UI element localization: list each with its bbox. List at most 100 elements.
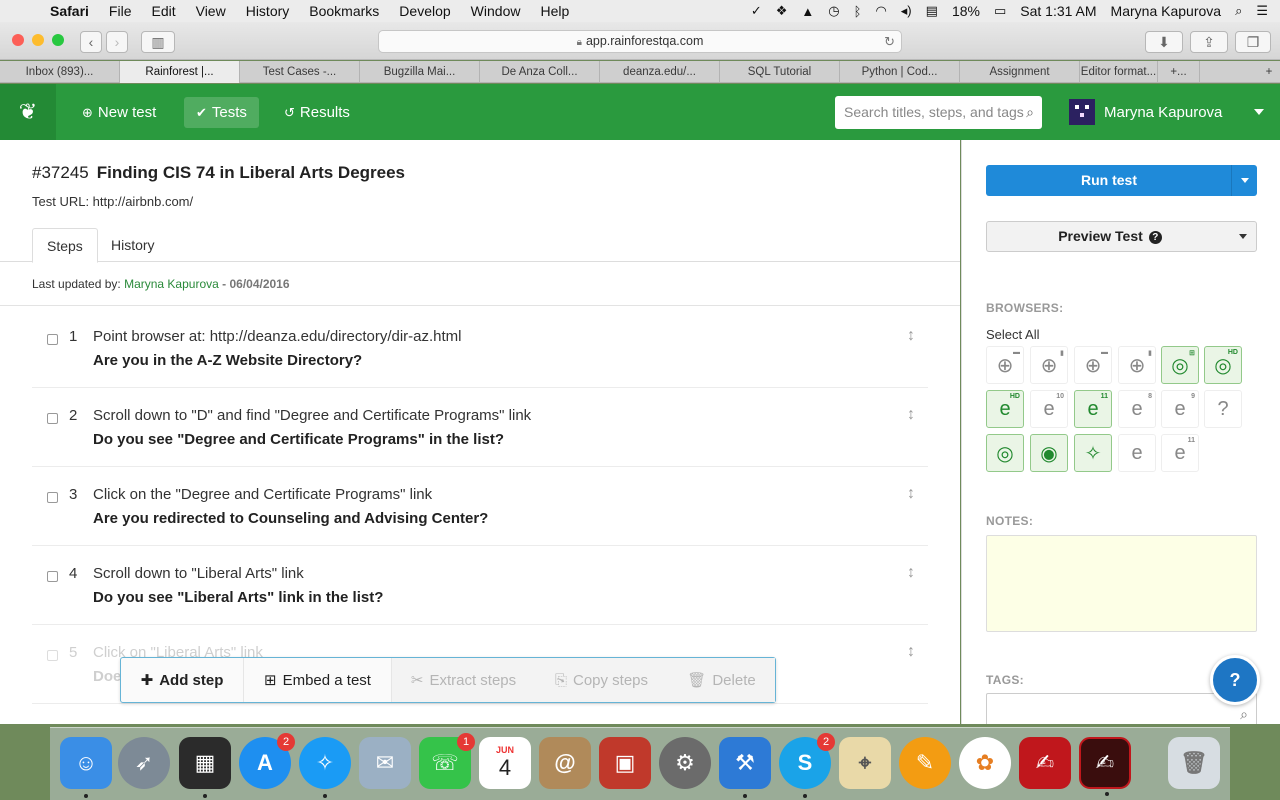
new-tab-icon[interactable]: + [1258,61,1280,83]
step-question[interactable]: Are you redirected to Counseling and Adv… [93,510,488,527]
calendar-icon[interactable]: JUN 4 [479,737,531,789]
android-phone-icon[interactable]: ⊕ ▬ [986,346,1024,384]
notification-center-icon[interactable]: ☰ [1256,3,1268,19]
drag-handle-icon[interactable]: ↕ [907,485,915,503]
firefox-mac-icon[interactable]: ◉ [1030,434,1068,472]
system-preferences-icon[interactable]: ⚙ [659,737,711,789]
xcode-icon[interactable]: ⚒ [719,737,771,798]
browser-tab-active[interactable]: Rainforest |... [120,61,240,83]
photos-icon[interactable]: ✿ [959,737,1011,789]
ie-hd-icon[interactable]: e HD [986,390,1024,428]
new-test-link[interactable]: ⊕ New test [70,97,168,128]
browser-tab[interactable]: deanza.edu/... [600,61,720,83]
android-tablet-icon[interactable]: ⊕ ▬ [1074,346,1112,384]
chrome-mac-icon[interactable]: ◎ [986,434,1024,472]
acrobat-reader-icon[interactable]: ✍ [1079,737,1131,796]
add-step-button[interactable]: ✚ Add step [121,658,244,702]
select-all-link[interactable]: Select All [986,327,1039,342]
step-question[interactable]: Are you in the A-Z Website Directory? [93,352,362,369]
menu-view[interactable]: View [186,3,236,19]
battery-icon[interactable]: ▭ [994,3,1006,19]
chat-support-icon[interactable]: ? [1210,655,1260,705]
back-button[interactable]: ‹ [80,31,102,53]
maps-icon[interactable]: ⌖ [839,737,891,789]
menu-help[interactable]: Help [530,3,579,19]
run-test-button[interactable]: Run test [986,165,1257,196]
preview-app-icon[interactable]: ✉ [359,737,411,789]
chrome-hd-icon[interactable]: ◎ HD [1204,346,1242,384]
copy-steps-button[interactable]: ⎘ Copy steps [535,658,668,702]
step-question[interactable]: Do you see "Degree and Certificate Progr… [93,431,504,448]
step-checkbox[interactable] [47,650,58,661]
drive-icon[interactable]: ▲ [801,4,814,19]
step-question[interactable]: Do you see "Liberal Arts" link in the li… [93,589,383,606]
user-dropdown-caret-icon[interactable] [1254,109,1264,115]
ibooks-icon[interactable]: ✎ [899,737,951,789]
drag-handle-icon[interactable]: ↕ [907,327,915,345]
tests-link[interactable]: ✔ Tests [184,97,259,128]
menu-develop[interactable]: Develop [389,3,460,19]
search-icon[interactable]: ⌕ [1026,96,1034,129]
dashboard-icon[interactable]: ▦ [179,737,231,798]
menu-file[interactable]: File [99,3,142,19]
ie11-windows-icon[interactable]: e 11 [1161,434,1199,472]
step-action[interactable]: Scroll down to "Liberal Arts" link [93,565,304,582]
safari-icon[interactable]: ✧ [1074,434,1112,472]
bluetooth-icon[interactable]: ᛒ [854,4,862,19]
delete-button[interactable]: 🗑︎ Delete [668,658,775,702]
minimize-window-button[interactable] [32,34,44,46]
help-icon[interactable]: ? [1148,231,1162,244]
edge-icon[interactable]: e [1118,434,1156,472]
unknown-browser-icon[interactable]: ? [1204,390,1242,428]
extract-steps-button[interactable]: ✂ Extract steps [392,658,535,702]
step-checkbox[interactable] [47,571,58,582]
facetime-icon[interactable]: ☏ 1 [419,733,475,789]
flag-icon[interactable]: ▤ [926,3,938,19]
results-link[interactable]: ↺ Results [272,97,362,128]
drag-handle-icon[interactable]: ↕ [907,406,915,424]
ie10-icon[interactable]: e 10 [1030,390,1068,428]
contacts-icon[interactable]: @ [539,737,591,789]
clock[interactable]: Sat 1:31 AM [1020,3,1096,19]
browser-tab[interactable]: Editor format... [1080,61,1158,83]
search-input[interactable]: Search titles, steps, and tags ⌕ [835,96,1042,129]
ie9-icon[interactable]: e9 [1161,390,1199,428]
downloads-icon[interactable]: ⬇ [1145,31,1183,53]
step-checkbox[interactable] [47,492,58,503]
notes-textarea[interactable] [986,535,1257,632]
browser-tab[interactable]: De Anza Coll... [480,61,600,83]
photo-booth-icon[interactable]: ▣ [599,737,651,789]
preview-test-button[interactable]: Preview Test? [986,221,1257,252]
ie8-icon[interactable]: e8 [1118,390,1156,428]
preview-test-dropdown-icon[interactable] [1230,222,1256,251]
menu-bookmarks[interactable]: Bookmarks [299,3,389,19]
menubar-user[interactable]: Maryna Kapurova [1111,3,1222,19]
forward-button[interactable]: › [106,31,128,53]
last-updated-user-link[interactable]: Maryna Kapurova [124,277,219,291]
dropbox-icon[interactable]: ❖ [776,3,788,19]
menu-edit[interactable]: Edit [141,3,185,19]
leaf-logo-icon[interactable]: ❦ [0,84,56,140]
tab-history[interactable]: History [97,228,169,262]
step-action[interactable]: Click on the "Degree and Certificate Pro… [93,486,432,503]
skype-icon[interactable]: S2 [779,733,835,798]
tab-steps[interactable]: Steps [32,228,98,263]
step-checkbox[interactable] [47,334,58,345]
acrobat-icon[interactable]: ✍ [1019,737,1071,789]
user-menu[interactable]: Maryna Kapurova [1069,98,1222,126]
menu-window[interactable]: Window [461,3,531,19]
browser-tab[interactable]: Assignment [960,61,1080,83]
browser-tab-overflow[interactable]: +... [1158,61,1200,83]
embed-test-button[interactable]: ⊞ Embed a test [244,658,392,702]
spotlight-icon[interactable]: ⌕ [1235,3,1242,19]
android-phone-icon[interactable]: ⊕ ▮ [1030,346,1068,384]
close-window-button[interactable] [12,34,24,46]
sidebar-toggle-icon[interactable]: ▥ [141,31,175,53]
browser-tab[interactable]: Python | Cod... [840,61,960,83]
step-checkbox[interactable] [47,413,58,424]
menu-app-name[interactable]: Safari [40,3,99,19]
wifi-icon[interactable]: ◠ [875,3,886,19]
drag-handle-icon[interactable]: ↕ [907,643,915,661]
step-action[interactable]: Scroll down to "D" and find "Degree and … [93,407,531,424]
step-question[interactable]: Doe [93,668,121,685]
